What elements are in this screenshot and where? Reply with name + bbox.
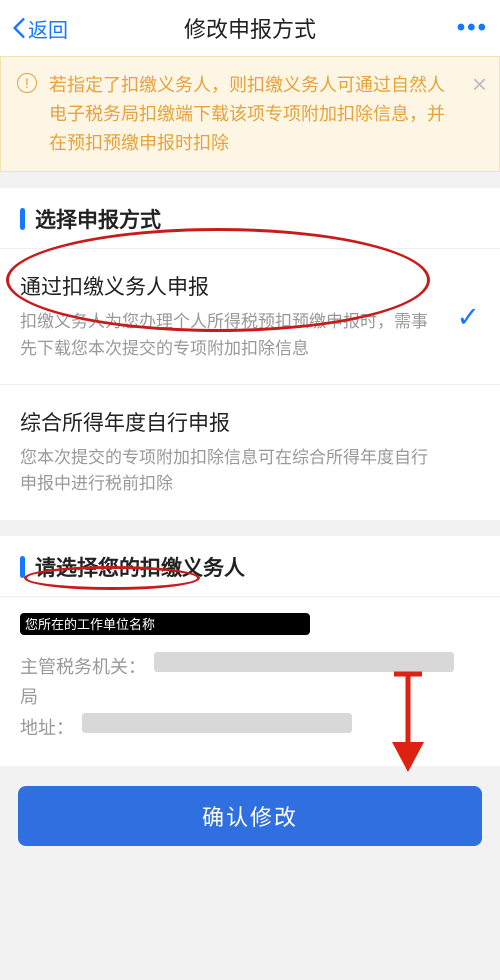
option-self-report[interactable]: 综合所得年度自行申报 您本次提交的专项附加扣除信息可在综合所得年度自行申报中进行… [0, 385, 500, 520]
option-desc: 扣缴义务人为您办理个人所得税预扣预缴申报时，需事先下载您本次提交的专项附加扣除信… [20, 309, 444, 362]
employer-name-label: 您所在的工作单位名称 [25, 614, 155, 633]
back-button[interactable]: 返回 [12, 14, 68, 43]
confirm-bar: 确认修改 [0, 766, 500, 870]
spacer [0, 172, 500, 188]
redacted-value [82, 713, 352, 733]
check-icon: ✓ [457, 300, 480, 333]
redacted-value [154, 652, 454, 672]
option-title: 综合所得年度自行申报 [20, 407, 444, 437]
option-title: 通过扣缴义务人申报 [20, 271, 444, 301]
chevron-left-icon [12, 17, 26, 39]
info-notice: ! 若指定了扣缴义务人，则扣缴义务人可通过自然人电子税务局扣缴端下载该项专项附加… [0, 56, 500, 172]
method-option-list: 通过扣缴义务人申报 扣缴义务人为您办理个人所得税预扣预缴申报时，需事先下载您本次… [0, 249, 500, 519]
tax-authority-suffix: 局 [20, 682, 38, 713]
page-title: 修改申报方式 [184, 12, 316, 44]
notice-text: 若指定了扣缴义务人，则扣缴义务人可通过自然人电子税务局扣缴端下载该项专项附加扣除… [49, 71, 455, 157]
back-label: 返回 [28, 14, 68, 43]
tax-authority-row-cont: 局 [20, 682, 480, 713]
address-label: 地址： [20, 713, 74, 744]
info-icon: ! [17, 73, 37, 93]
more-button[interactable]: ••• [457, 14, 488, 42]
employer-card[interactable]: 您所在的工作单位名称 主管税务机关： 局 地址： [0, 597, 500, 766]
confirm-button[interactable]: 确认修改 [18, 786, 482, 846]
spacer [0, 520, 500, 536]
option-withholding-agent[interactable]: 通过扣缴义务人申报 扣缴义务人为您办理个人所得税预扣预缴申报时，需事先下载您本次… [0, 249, 500, 385]
employer-name-redacted: 您所在的工作单位名称 [20, 613, 310, 635]
section-title-employer: 请选择您的扣缴义务人 [0, 536, 500, 597]
section-title-method: 选择申报方式 [0, 188, 500, 249]
tax-authority-row: 主管税务机关： [20, 652, 480, 683]
nav-header: 返回 修改申报方式 ••• [0, 0, 500, 56]
option-desc: 您本次提交的专项附加扣除信息可在综合所得年度自行申报中进行税前扣除 [20, 445, 444, 498]
address-row: 地址： [20, 713, 480, 744]
tax-authority-label: 主管税务机关： [20, 652, 146, 683]
close-icon[interactable]: × [472, 71, 487, 97]
